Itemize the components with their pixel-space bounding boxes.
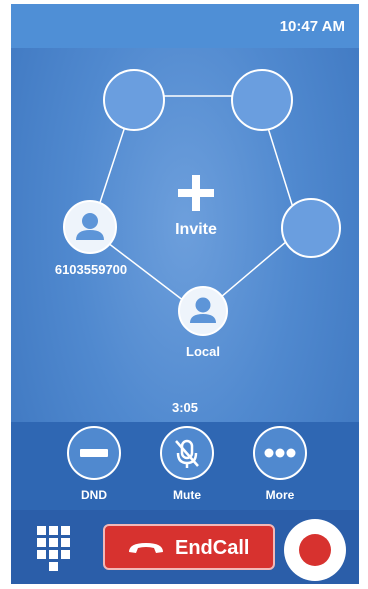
participant-number: 6103559700 <box>54 262 128 277</box>
record-button[interactable] <box>284 519 346 581</box>
end-call-label: EndCall <box>175 537 250 559</box>
mute-button[interactable] <box>160 426 214 480</box>
more-button[interactable] <box>253 426 307 480</box>
invite-label: Invite <box>175 221 217 238</box>
call-screen: 10:47 AM 6103559700 Invite Local 3:05 DN… <box>11 4 359 584</box>
minus-icon <box>80 449 108 457</box>
local-participant-avatar[interactable] <box>178 286 228 336</box>
participant-avatar[interactable] <box>63 200 117 254</box>
empty-participant-slot[interactable] <box>281 198 341 258</box>
dnd-label: DND <box>81 488 107 502</box>
dialpad-icon[interactable] <box>37 526 71 576</box>
record-icon <box>299 534 331 566</box>
plus-icon <box>178 175 214 211</box>
end-call-button[interactable]: EndCall <box>103 524 275 570</box>
more-label: More <box>265 488 295 502</box>
local-participant-label: Local <box>186 344 220 359</box>
empty-participant-slot[interactable] <box>231 69 293 131</box>
call-duration: 3:05 <box>171 400 199 415</box>
hang-up-phone-icon <box>129 543 163 553</box>
microphone-muted-icon <box>175 439 199 468</box>
person-avatar-icon <box>76 213 104 240</box>
status-time: 10:47 AM <box>279 18 345 35</box>
invite-button[interactable]: Invite <box>156 175 236 245</box>
more-dots-icon <box>264 448 296 458</box>
status-bar: 10:47 AM <box>11 4 359 48</box>
mute-label: Mute <box>173 488 201 502</box>
person-avatar-icon <box>190 297 216 323</box>
empty-participant-slot[interactable] <box>103 69 165 131</box>
dnd-button[interactable] <box>67 426 121 480</box>
